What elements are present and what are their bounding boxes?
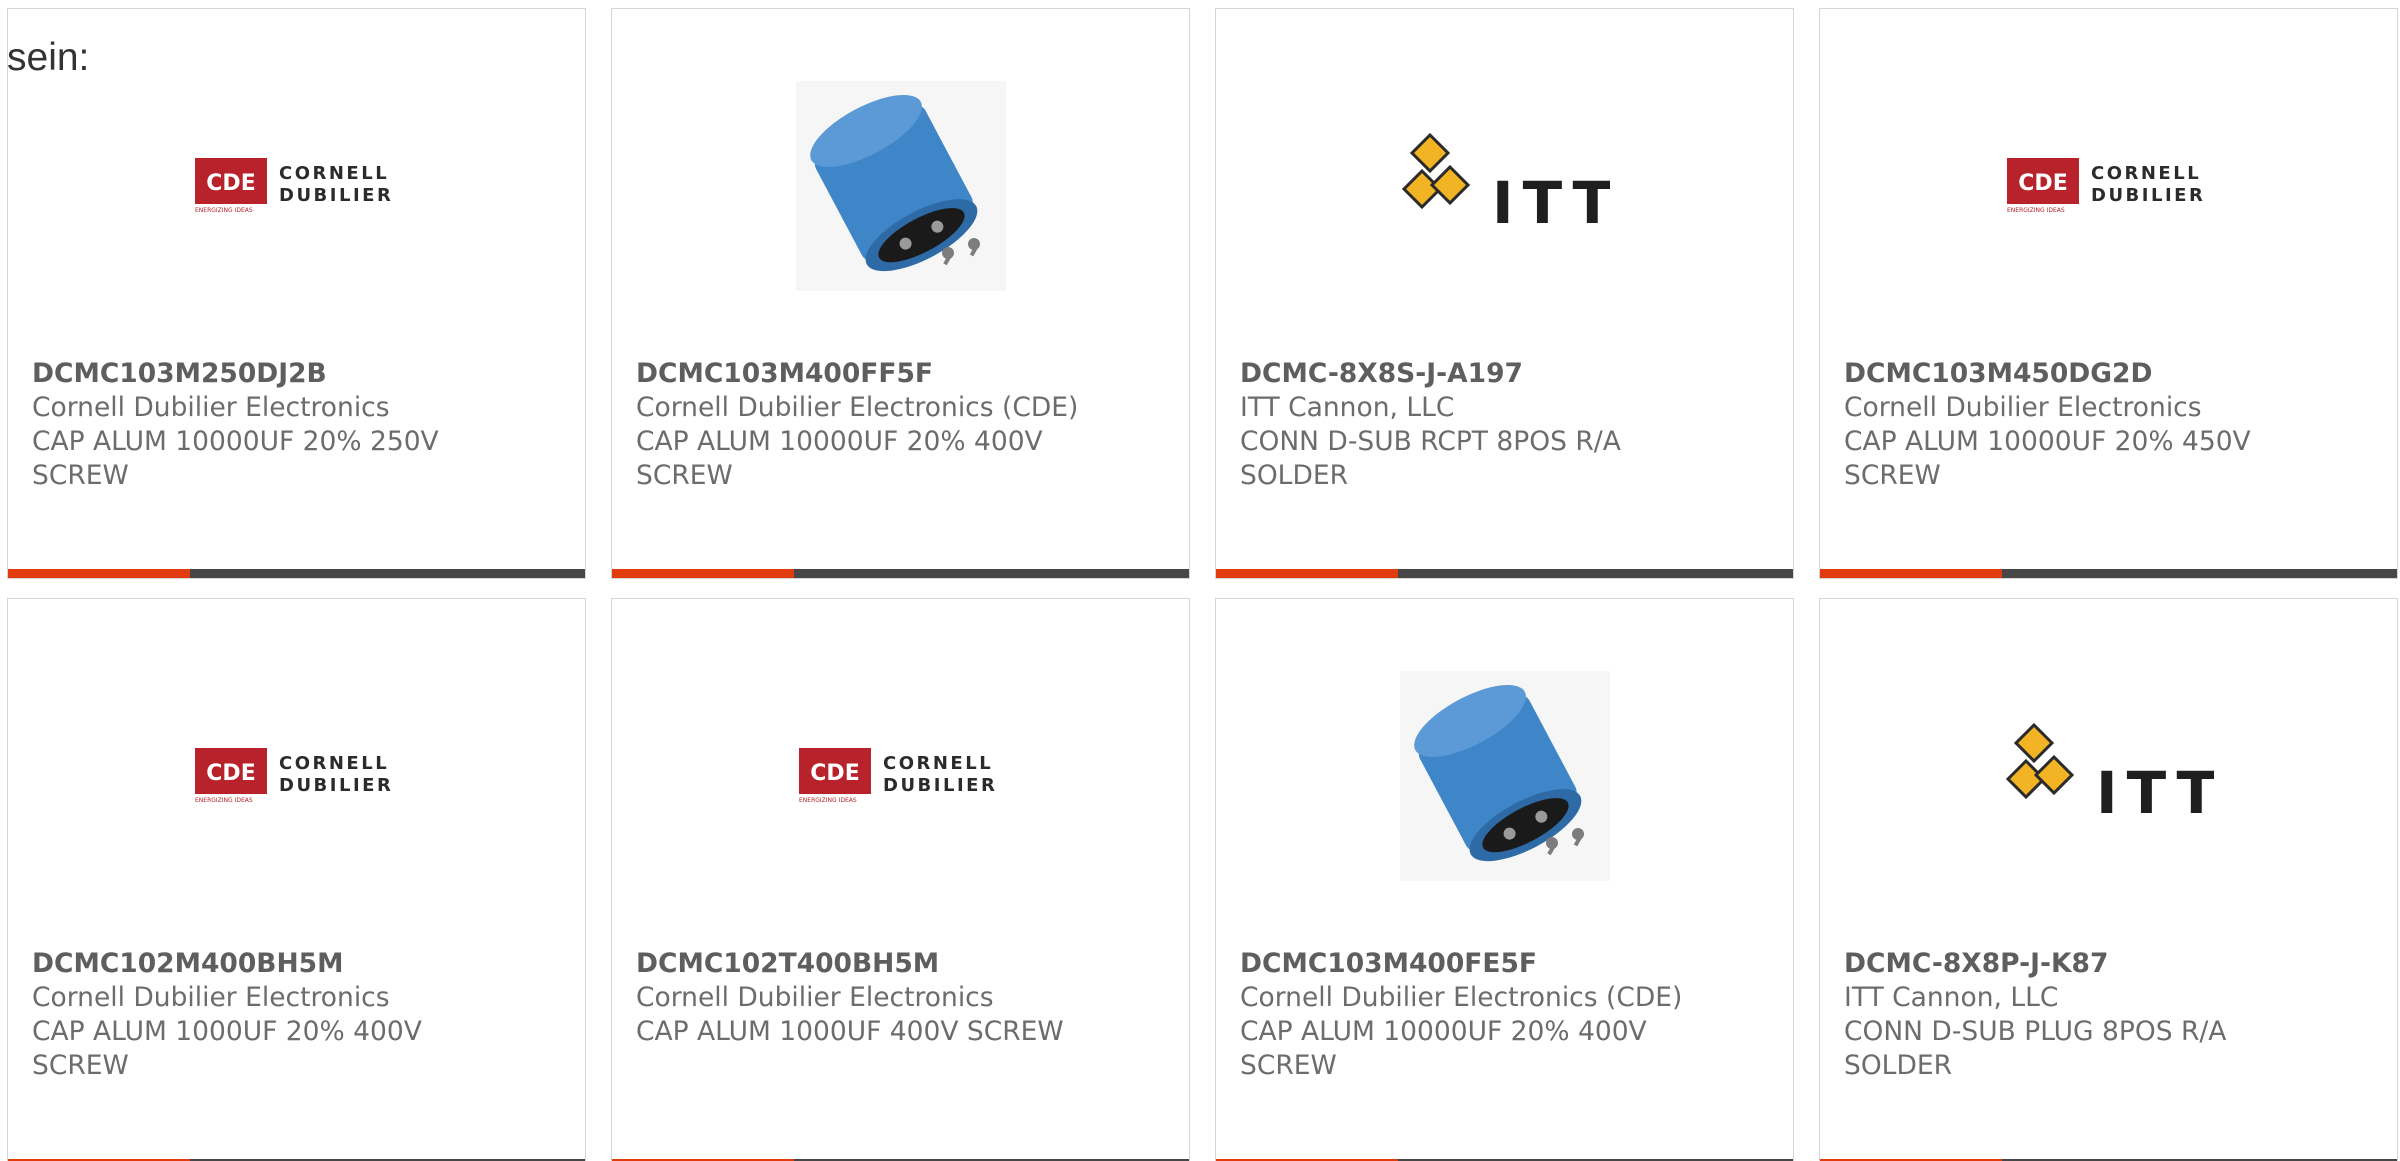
part-number[interactable]: DCMC102M400BH5M	[32, 947, 573, 981]
manufacturer: ITT Cannon, LLC	[1844, 982, 2059, 1013]
product-card[interactable]: ITT DCMC-8X8P-J-K87 ITT Cannon, LLC CONN D-…	[1819, 598, 2398, 1161]
manufacturer: Cornell Dubilier Electronics	[32, 392, 390, 423]
description-line: SCREW	[1240, 1050, 1337, 1081]
card-footer-bar	[1820, 569, 2397, 578]
manufacturer: Cornell Dubilier Electronics (CDE)	[636, 392, 1079, 423]
manufacturer: Cornell Dubilier Electronics	[32, 982, 390, 1013]
description-line: SCREW	[32, 460, 129, 491]
cde-logo-line2: DUBILIER	[2091, 185, 2205, 206]
product-card[interactable]: DCMC103M400FE5F Cornell Dubilier Electron…	[1215, 598, 1794, 1161]
description-line: CAP ALUM 10000UF 20% 400V	[1240, 1016, 1647, 1047]
cde-logo-line1: CORNELL	[2091, 163, 2201, 184]
product-info: DCMC102T400BH5M Cornell Dubilier Electron…	[636, 947, 1177, 1049]
cde-logo-line2: DUBILIER	[279, 185, 393, 206]
description-line: SCREW	[1844, 460, 1941, 491]
product-image[interactable]: ITT	[1820, 661, 2397, 891]
part-number[interactable]: DCMC103M250DJ2B	[32, 357, 573, 391]
product-card[interactable]: DCMC103M400FF5F Cornell Dubilier Electron…	[611, 8, 1190, 579]
manufacturer: Cornell Dubilier Electronics (CDE)	[1240, 982, 1683, 1013]
description-line: CONN D-SUB PLUG 8POS R/A	[1844, 1016, 2227, 1047]
cde-logo-tagline: ENERGIZING IDEAS	[2007, 207, 2065, 214]
cde-logo-line1: CORNELL	[279, 753, 389, 774]
product-image[interactable]: ITT	[1216, 71, 1793, 301]
product-card[interactable]: ITT DCMC-8X8S-J-A197 ITT Cannon, LLC CONN D…	[1215, 8, 1794, 579]
card-footer-bar	[612, 569, 1189, 578]
itt-logo-mark	[2005, 722, 2074, 800]
cde-logo-line2: DUBILIER	[279, 775, 393, 796]
card-accent-bar	[1820, 569, 2002, 578]
card-accent-bar	[612, 569, 794, 578]
capacitor-image	[795, 81, 1006, 291]
cde-logo-badge-text: CDE	[810, 761, 859, 786]
cde-logo-badge-text: CDE	[206, 171, 255, 196]
cde-logo-line2: DUBILIER	[883, 775, 997, 796]
cde-logo-badge-text: CDE	[2018, 171, 2067, 196]
description-line: CAP ALUM 10000UF 20% 450V	[1844, 426, 2251, 457]
product-card[interactable]: CDE CORNELL DUBILIER ENERGIZING IDEAS DCMC10…	[611, 598, 1190, 1161]
cde-logo-tagline: ENERGIZING IDEAS	[799, 797, 857, 804]
product-info: DCMC103M450DG2D Cornell Dubilier Electron…	[1844, 357, 2385, 493]
itt-logo: ITT	[1401, 132, 1610, 237]
part-number[interactable]: DCMC-8X8P-J-K87	[1844, 947, 2385, 981]
description-line: SCREW	[32, 1050, 129, 1081]
itt-logo-text: ITT	[2096, 759, 2214, 827]
card-footer-bar	[1216, 569, 1793, 578]
product-image[interactable]: CDE CORNELL DUBILIER ENERGIZING IDEAS	[8, 661, 585, 891]
cde-logo-tagline: ENERGIZING IDEAS	[195, 797, 253, 804]
itt-logo: ITT	[2005, 722, 2214, 827]
cde-logo: CDE CORNELLDUBILIER ENERGIZING IDEAS	[194, 748, 393, 804]
part-number[interactable]: DCMC103M400FE5F	[1240, 947, 1781, 981]
product-info: DCMC103M250DJ2B Cornell Dubilier Electron…	[32, 357, 573, 493]
product-info: DCMC103M400FF5F Cornell Dubilier Electron…	[636, 357, 1177, 493]
product-image[interactable]: CDE CORNELL DUBILIER ENERGIZING IDEAS	[8, 71, 585, 301]
intro-text: sein:	[7, 36, 90, 79]
part-number[interactable]: DCMC103M400FF5F	[636, 357, 1177, 391]
card-footer-bar	[8, 569, 585, 578]
product-info: DCMC-8X8P-J-K87 ITT Cannon, LLC CONN D-SUB…	[1844, 947, 2385, 1083]
card-accent-bar	[1216, 569, 1398, 578]
description-line: SCREW	[636, 460, 733, 491]
description-line: CAP ALUM 10000UF 20% 400V	[636, 426, 1043, 457]
manufacturer: Cornell Dubilier Electronics	[1844, 392, 2202, 423]
product-card[interactable]: CDE CORNELL DUBILIER ENERGIZING IDEAS DCMC10…	[1819, 8, 2398, 579]
capacitor-image	[1399, 671, 1610, 881]
product-card[interactable]: CDE CORNELL DUBILIER ENERGIZING IDEAS DCMC10…	[7, 598, 586, 1161]
cde-logo: CDE CORNELLDUBILIER ENERGIZING IDEAS	[194, 158, 393, 214]
part-number[interactable]: DCMC103M450DG2D	[1844, 357, 2385, 391]
cde-logo-line1: CORNELL	[279, 163, 389, 184]
itt-logo-mark	[1401, 132, 1470, 210]
description-line: SOLDER	[1240, 460, 1349, 491]
card-accent-bar	[8, 569, 190, 578]
manufacturer: ITT Cannon, LLC	[1240, 392, 1455, 423]
product-info: DCMC103M400FE5F Cornell Dubilier Electron…	[1240, 947, 1781, 1083]
cde-logo-line1: CORNELL	[883, 753, 993, 774]
product-grid-page: sein: CDE CORNELL DUBILIER ENERGIZING IDEAS…	[0, 0, 2400, 1161]
product-image[interactable]: CDE CORNELL DUBILIER ENERGIZING IDEAS	[1820, 71, 2397, 301]
product-image[interactable]	[612, 71, 1189, 301]
product-card[interactable]: CDE CORNELL DUBILIER ENERGIZING IDEAS DCMC10…	[7, 8, 586, 579]
product-info: DCMC-8X8S-J-A197 ITT Cannon, LLC CONN D-SU…	[1240, 357, 1781, 493]
description-line: CONN D-SUB RCPT 8POS R/A	[1240, 426, 1621, 457]
description-line: CAP ALUM 1000UF 400V SCREW	[636, 1016, 1064, 1047]
cde-logo-tagline: ENERGIZING IDEAS	[195, 207, 253, 214]
product-info: DCMC102M400BH5M Cornell Dubilier Electron…	[32, 947, 573, 1083]
cde-logo: CDE CORNELLDUBILIER ENERGIZING IDEAS	[2006, 158, 2205, 214]
manufacturer: Cornell Dubilier Electronics	[636, 982, 994, 1013]
itt-logo-text: ITT	[1492, 169, 1610, 237]
description-line: CAP ALUM 1000UF 20% 400V	[32, 1016, 422, 1047]
cde-logo-badge-text: CDE	[206, 761, 255, 786]
product-image[interactable]	[1216, 661, 1793, 891]
product-image[interactable]: CDE CORNELL DUBILIER ENERGIZING IDEAS	[612, 661, 1189, 891]
cde-logo: CDE CORNELLDUBILIER ENERGIZING IDEAS	[798, 748, 997, 804]
part-number[interactable]: DCMC102T400BH5M	[636, 947, 1177, 981]
part-number[interactable]: DCMC-8X8S-J-A197	[1240, 357, 1781, 391]
description-line: SOLDER	[1844, 1050, 1953, 1081]
description-line: CAP ALUM 10000UF 20% 250V	[32, 426, 439, 457]
